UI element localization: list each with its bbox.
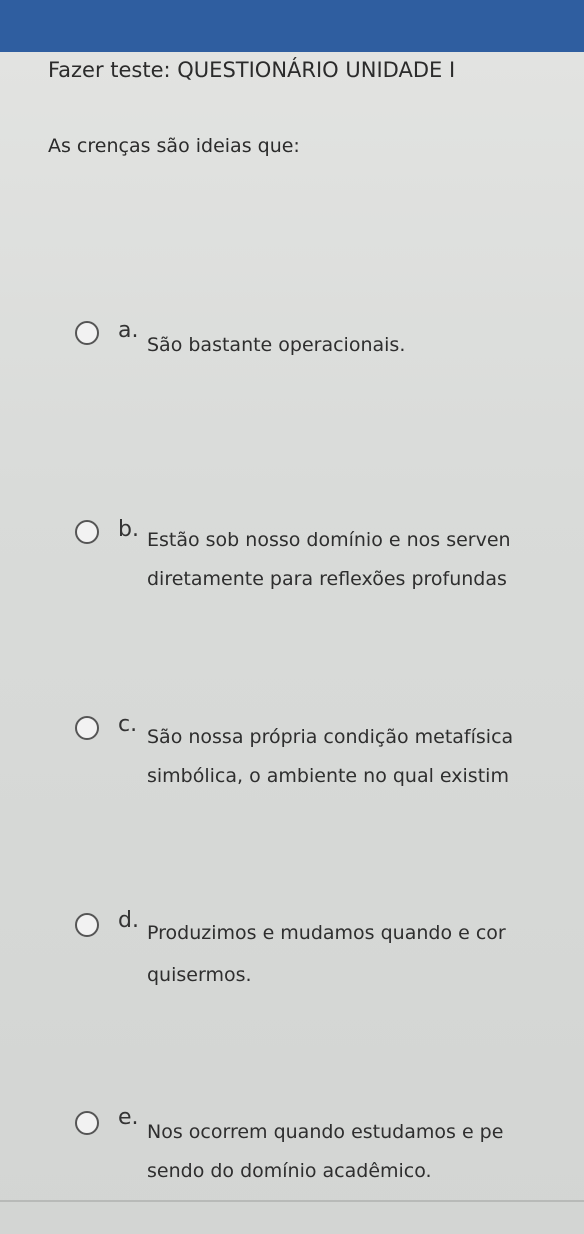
option-text-e-line1: Nos ocorrem quando estudamos e pe <box>147 1121 504 1143</box>
radio-button-c[interactable] <box>75 716 99 740</box>
divider <box>0 1200 584 1202</box>
option-text-d-line2: quisermos. <box>147 964 252 986</box>
option-letter-e: e. <box>118 1105 139 1130</box>
radio-button-e[interactable] <box>75 1111 99 1135</box>
option-text-b-line2: diretamente para reflexões profundas <box>147 568 507 590</box>
question-text: As crenças são ideias que: <box>48 135 300 157</box>
test-title: Fazer teste: QUESTIONÁRIO UNIDADE I <box>48 58 456 82</box>
radio-button-d[interactable] <box>75 913 99 937</box>
option-text-c-line1: São nossa própria condição metafísica <box>147 726 514 748</box>
option-letter-d: d. <box>118 908 139 933</box>
radio-button-a[interactable] <box>75 321 99 345</box>
option-text-c-line2: simbólica, o ambiente no qual existim <box>147 765 509 787</box>
option-text-b-line1: Estão sob nosso domínio e nos serven <box>147 529 511 551</box>
option-text-e-line2: sendo do domínio acadêmico. <box>147 1160 432 1182</box>
top-bar <box>0 0 584 52</box>
option-text-d-line1: Produzimos e mudamos quando e cor <box>147 922 506 944</box>
quiz-page: Fazer teste: QUESTIONÁRIO UNIDADE I As c… <box>0 0 584 1234</box>
option-letter-b: b. <box>118 517 139 542</box>
radio-button-b[interactable] <box>75 520 99 544</box>
option-letter-c: c. <box>118 712 138 737</box>
option-letter-a: a. <box>118 318 139 343</box>
option-text-a: São bastante operacionais. <box>147 334 406 356</box>
